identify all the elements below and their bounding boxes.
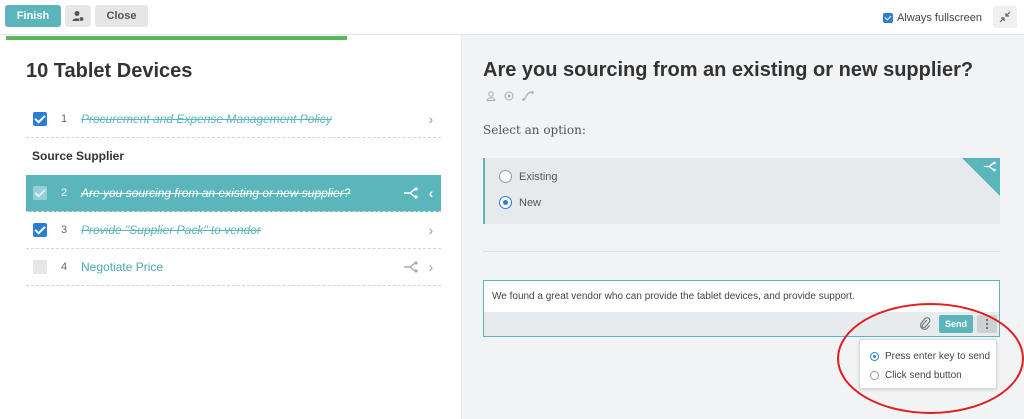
option-label: Existing <box>519 170 558 183</box>
task-detail-panel: Are you sourcing from an existing or new… <box>462 35 1024 419</box>
section-heading: Source Supplier <box>32 149 125 163</box>
always-fullscreen-toggle[interactable]: Always fullscreen <box>883 12 982 24</box>
compress-icon <box>999 11 1011 23</box>
exit-fullscreen-button[interactable] <box>993 6 1017 28</box>
task-label: Procurement and Expense Management Polic… <box>81 112 332 126</box>
task-number: 4 <box>61 261 68 273</box>
branch-icon <box>401 261 421 273</box>
option-new[interactable]: New <box>499 196 541 209</box>
divider <box>483 251 1000 252</box>
task-item[interactable]: 1 Procurement and Expense Management Pol… <box>26 101 441 138</box>
red-highlight-ellipse <box>837 303 1024 414</box>
select-option-label: Select an option: <box>483 123 586 137</box>
question-title: Are you sourcing from an existing or new… <box>483 59 974 81</box>
task-number: 2 <box>61 187 68 199</box>
assignee-icon[interactable] <box>486 91 496 101</box>
conditional-logic-icon[interactable] <box>522 91 534 101</box>
options-box: Existing New <box>483 158 1000 224</box>
chevron-left-icon: ‹ <box>428 185 434 201</box>
option-label: New <box>519 196 542 209</box>
radio-button[interactable] <box>499 170 512 183</box>
fullscreen-checkbox[interactable] <box>883 13 894 23</box>
option-existing[interactable]: Existing <box>499 170 558 183</box>
task-label: Negotiate Price <box>81 260 164 274</box>
checklist-title: 10 Tablet Devices <box>26 60 193 82</box>
fullscreen-label: Always fullscreen <box>897 12 982 24</box>
task-checkbox[interactable] <box>33 112 47 126</box>
chevron-right-icon: › <box>428 259 434 275</box>
checklist-panel: 10 Tablet Devices 1 Procurement and Expe… <box>0 40 462 419</box>
branch-icon <box>983 161 996 172</box>
top-toolbar: Finish Close Always fullscreen <box>0 0 1024 35</box>
task-checkbox[interactable] <box>33 186 47 200</box>
task-label: Are you sourcing from an existing or new… <box>81 186 351 200</box>
task-label: Provide "Supplier Pack" to vendor <box>81 223 261 237</box>
task-checkbox[interactable] <box>33 223 47 237</box>
chevron-right-icon: › <box>428 222 434 238</box>
task-item-active[interactable]: 2 Are you sourcing from an existing or n… <box>26 175 441 212</box>
task-number: 3 <box>61 224 68 236</box>
assign-user-button[interactable] <box>65 5 91 27</box>
task-item[interactable]: 4 Negotiate Price › <box>26 249 441 286</box>
branch-icon <box>401 187 421 199</box>
assign-user-icon <box>72 11 84 22</box>
chevron-right-icon: › <box>428 111 434 127</box>
task-checkbox[interactable] <box>33 260 47 274</box>
radio-button[interactable] <box>499 196 512 209</box>
task-item[interactable]: 3 Provide "Supplier Pack" to vendor › <box>26 212 441 249</box>
stop-icon[interactable] <box>504 91 514 101</box>
close-button[interactable]: Close <box>95 5 148 27</box>
comment-input[interactable]: We found a great vendor who can provide … <box>492 291 855 302</box>
task-action-icons <box>486 91 534 101</box>
task-number: 1 <box>61 113 68 125</box>
finish-button[interactable]: Finish <box>5 5 61 27</box>
